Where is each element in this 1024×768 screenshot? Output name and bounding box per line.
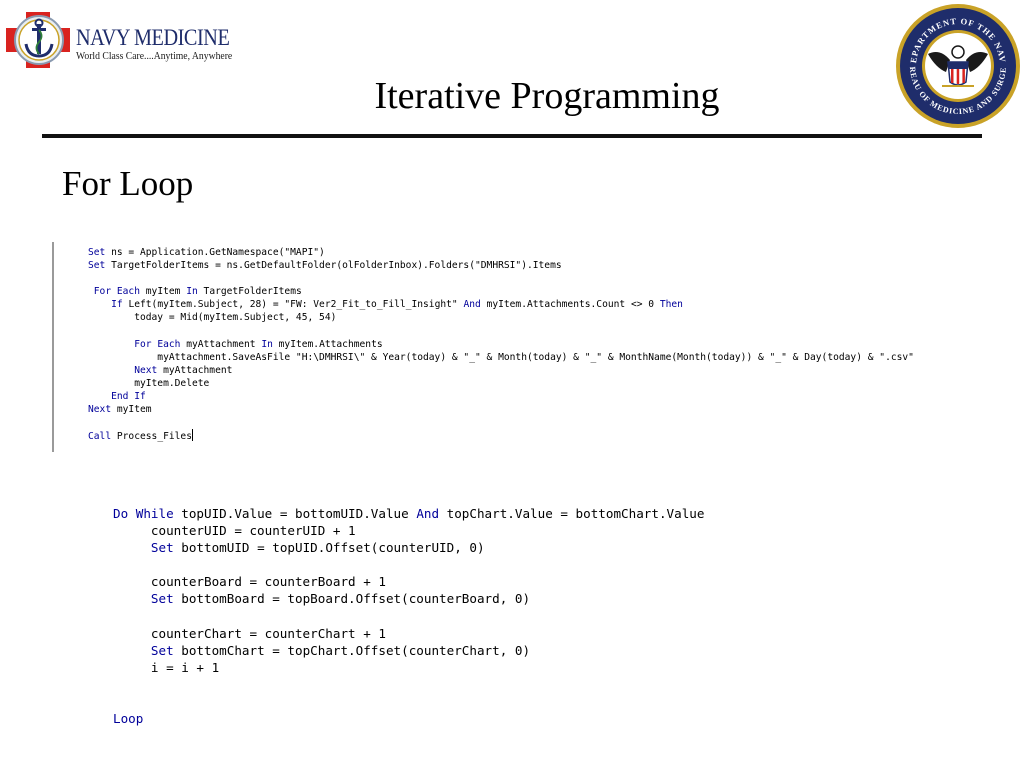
code-keyword: In [186, 286, 198, 298]
code-keyword: For Each [93, 286, 140, 298]
title-divider [42, 134, 982, 138]
code-line: If Left(myItem.Subject, 28) = "FW: Ver2_… [88, 298, 914, 311]
code-line: Set TargetFolderItems = ns.GetDefaultFol… [88, 259, 914, 272]
code-keyword: Set [150, 642, 174, 658]
code-text: myAttachment.SaveAsFile "H:\DMHRSI\" & Y… [88, 351, 914, 363]
code-line: For Each myItem In TargetFolderItems [88, 285, 914, 298]
code-line: For Each myAttachment In myItem.Attachme… [88, 338, 914, 351]
code-text: topUID.Value = bottomUID.Value [173, 506, 417, 521]
code-keyword: In [261, 338, 273, 350]
code-keyword: If [111, 299, 123, 311]
navy-medicine-logo: NAVY MEDICINE World Class Care....Anytim… [6, 6, 232, 72]
code-keyword: Set [88, 247, 106, 258]
code-text: bottomBoard = topBoard.Offset(counterBoa… [173, 591, 531, 607]
code-line: counterUID = counterUID + 1 [113, 522, 704, 539]
code-keyword: And [463, 299, 481, 311]
code-keyword: Then [659, 299, 683, 311]
code-text: counterBoard = counterBoard + 1 [113, 574, 386, 590]
logo-tagline: World Class Care....Anytime, Anywhere [76, 50, 233, 62]
code-line: Next myAttachment [88, 364, 914, 377]
code-text: myAttachment [180, 338, 262, 350]
code-line: Call Process_Files [88, 429, 914, 443]
code-keyword: Set [88, 260, 106, 272]
code-keyword: End If [111, 391, 146, 403]
code-line: counterChart = counterChart + 1 [113, 625, 704, 642]
code-line: counterBoard = counterBoard + 1 [113, 573, 704, 590]
code-keyword: Do While [113, 506, 174, 521]
code-line: Set bottomUID = topUID.Offset(counterUID… [113, 539, 704, 556]
code-text: Left(myItem.Subject, 28) = "FW: Ver2_Fit… [122, 299, 464, 311]
code-text: bottomChart = topChart.Offset(counterCha… [173, 642, 531, 658]
code-keyword: Next [88, 404, 112, 416]
slide-title: Iterative Programming [374, 75, 720, 117]
slide-subtitle: For Loop [62, 164, 194, 203]
code-keyword: Call [88, 431, 112, 443]
code-line: myAttachment.SaveAsFile "H:\DMHRSI\" & Y… [88, 351, 914, 364]
code-text: myAttachment [157, 364, 233, 376]
code-text: myItem [111, 404, 152, 416]
code-line: Loop [113, 710, 704, 727]
code-line: i = i + 1 [113, 659, 704, 676]
code-line: End If [88, 390, 914, 403]
code-text: TargetFolderItems = ns.GetDefaultFolder(… [105, 260, 562, 272]
code-text: myItem.Attachments [272, 338, 383, 350]
code-line: Set bottomChart = topChart.Offset(counte… [113, 642, 704, 659]
code-keyword: Set [150, 591, 174, 607]
code-line: Set bottomBoard = topBoard.Offset(counte… [113, 590, 704, 607]
anchor-cross-icon [6, 12, 70, 68]
text-cursor [191, 429, 193, 442]
code-line: Do While topUID.Value = bottomUID.Value … [113, 505, 704, 522]
code-text: myItem.Attachments.Count <> 0 [480, 299, 660, 311]
code-block-for-each: Set ns = Application.GetNamespace("MAPI"… [88, 246, 914, 443]
code-text: myItem.Delete [88, 377, 210, 389]
code-line: Set ns = Application.GetNamespace("MAPI"… [88, 246, 914, 259]
logo-name: NAVY MEDICINE [76, 25, 230, 50]
code-text: TargetFolderItems [197, 286, 302, 298]
code-line: myItem.Delete [88, 377, 914, 390]
code-text: counterChart = counterChart + 1 [113, 625, 386, 641]
code-text: Process_Files [111, 431, 192, 443]
code-text: today = Mid(myItem.Subject, 45, 54) [88, 312, 337, 324]
code-text: bottomUID = topUID.Offset(counterUID, 0) [173, 540, 485, 556]
code-line: Next myItem [88, 403, 914, 416]
code-keyword: Loop [113, 711, 144, 727]
code-keyword: For Each [134, 338, 181, 350]
code-text: counterUID = counterUID + 1 [113, 523, 356, 539]
code-block-do-while: Do While topUID.Value = bottomUID.Value … [113, 505, 704, 727]
code-text: ns = Application.GetNamespace("MAPI") [105, 247, 325, 258]
code-text: myItem [140, 286, 187, 298]
code-keyword: Next [134, 364, 158, 376]
code-block-border [52, 242, 54, 452]
code-text: topChart.Value = bottomChart.Value [439, 506, 705, 521]
code-keyword: Set [150, 540, 174, 556]
code-text: i = i + 1 [113, 659, 220, 675]
code-keyword: And [416, 506, 440, 521]
code-line: today = Mid(myItem.Subject, 45, 54) [88, 311, 914, 324]
